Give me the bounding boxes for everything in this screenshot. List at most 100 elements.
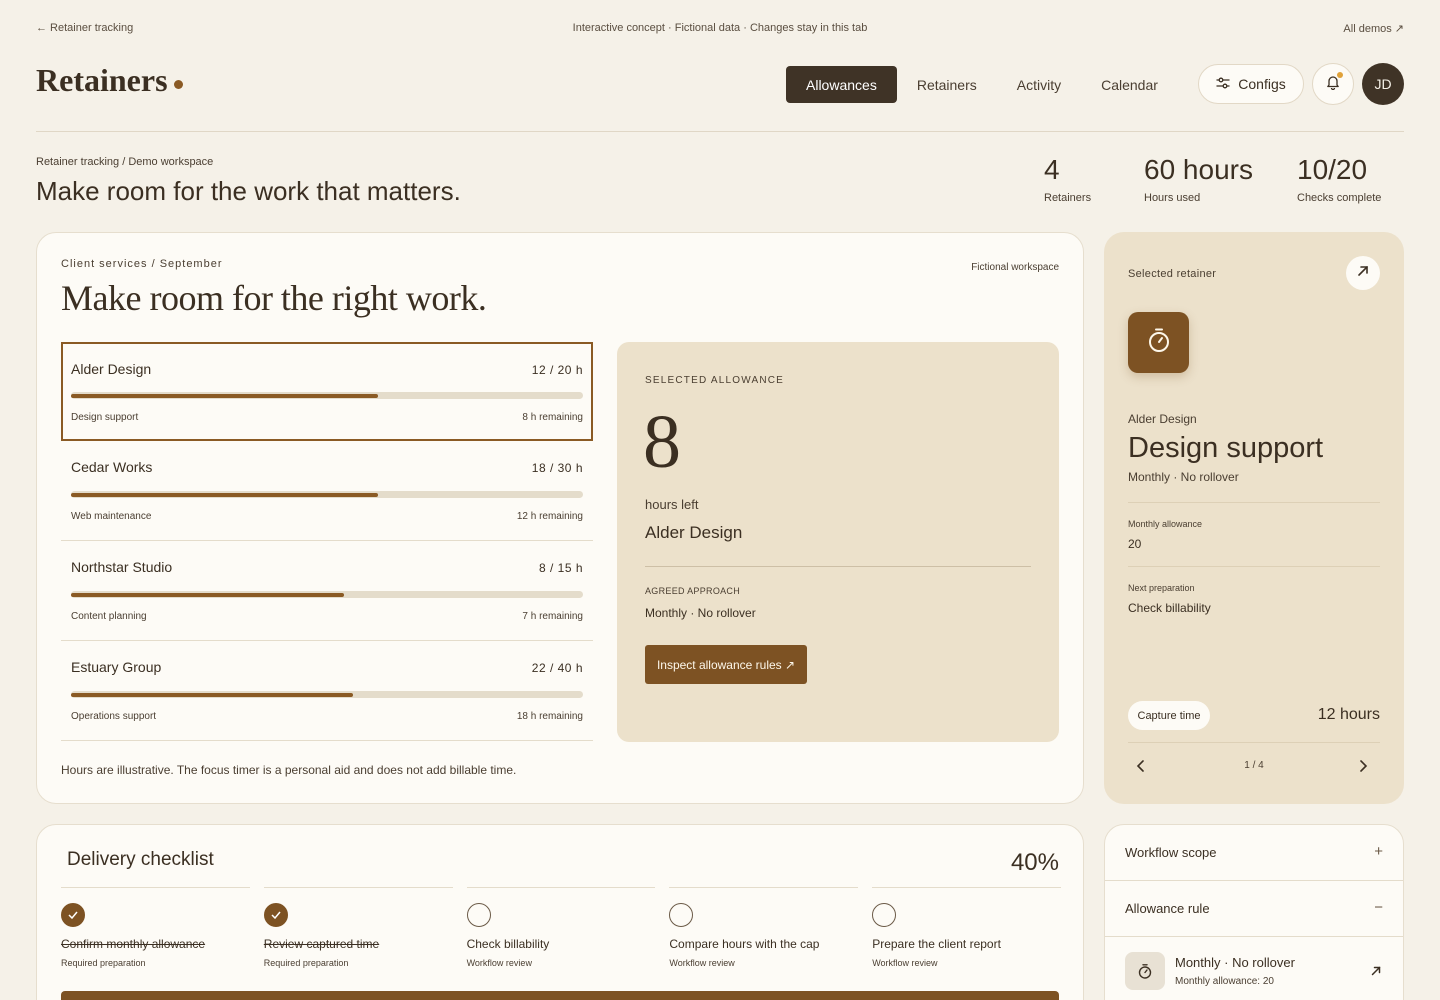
top-strip: ← Retainer tracking Interactive concept … (36, 20, 1404, 36)
retainer-remaining: 12 h remaining (516, 511, 583, 522)
checklist-item-sub: Required preparation (61, 958, 146, 968)
sliders-icon (1216, 76, 1230, 93)
retainer-item-cedar-works[interactable]: Cedar Works 18 / 30 h Web maintenance 12… (61, 441, 593, 541)
stopwatch-icon (1146, 327, 1172, 358)
retainer-kind: Design support (71, 412, 139, 423)
tab-calendar[interactable]: Calendar (1081, 66, 1178, 103)
retainer-remaining: 18 h remaining (516, 711, 583, 722)
checklist-item[interactable]: Confirm monthly allowance Required prepa… (61, 887, 250, 977)
checkbox-unchecked[interactable] (466, 903, 491, 927)
retainer-item-alder-design[interactable]: Alder Design 12 / 20 h Design support 8 … (61, 342, 593, 441)
checkbox-checked[interactable] (263, 903, 288, 927)
retainer-name: Northstar Studio (71, 559, 173, 575)
stat-checks-complete: 10/20 Checks complete (1297, 154, 1381, 204)
checklist-item[interactable]: Compare hours with the cap Workflow revi… (669, 887, 859, 977)
retainer-pager: 1 / 4 (1128, 742, 1380, 788)
card-eyebrow: Client services / September (61, 258, 223, 270)
checklist-item-label: Compare hours with the cap (669, 937, 820, 951)
checkbox-unchecked[interactable] (872, 903, 897, 927)
side-eyebrow: Selected retainer (1128, 268, 1217, 280)
allowances-card: Client services / September Fictional wo… (36, 232, 1084, 804)
retainer-hours: 12 / 20 h (531, 363, 583, 377)
user-avatar[interactable]: JD (1362, 63, 1404, 105)
stat-label: Checks complete (1297, 192, 1382, 204)
retainer-kind: Content planning (71, 611, 147, 622)
checklist-action-bar[interactable] (61, 991, 1059, 1000)
fictional-badge: Fictional workspace (971, 262, 1059, 273)
accordion-workflow-scope[interactable]: Workflow scope + (1105, 825, 1403, 881)
side-divider (1128, 502, 1380, 503)
panel-divider (645, 566, 1031, 567)
retainer-name: Estuary Group (71, 659, 162, 675)
retainer-hours: 8 / 15 h (538, 561, 583, 575)
pager-count: 1 / 4 (1244, 760, 1264, 771)
tab-retainers[interactable]: Retainers (897, 66, 997, 103)
checklist-percent: 40% (1010, 849, 1059, 876)
checkbox-unchecked[interactable] (669, 903, 694, 927)
main-nav: Allowances Retainers Activity Calendar (786, 66, 1178, 103)
demo-notice: Interactive concept · Fictional data · C… (572, 22, 868, 34)
hours-left-value: 8 (643, 400, 681, 484)
checklist-item-label: Confirm monthly allowance (61, 937, 206, 951)
retainer-name: Cedar Works (71, 459, 153, 475)
rule-title: Monthly · No rollover (1175, 955, 1295, 970)
checklist-item[interactable]: Check billability Workflow review (466, 887, 656, 977)
checklist-items: Confirm monthly allowance Required prepa… (61, 887, 1061, 977)
stopwatch-tile (1128, 312, 1189, 373)
tab-activity[interactable]: Activity (997, 66, 1081, 103)
stat-label: Retainers (1044, 192, 1092, 204)
delivery-checklist-card: Delivery checklist 40% Confirm monthly a… (36, 824, 1084, 1000)
stat-hours-used: 60 hours Hours used (1144, 154, 1253, 204)
header-divider (36, 131, 1404, 132)
chevron-right-icon[interactable] (1358, 759, 1368, 777)
selected-client-name: Alder Design (645, 523, 743, 542)
monthly-allowance-value: 20 (1128, 537, 1142, 551)
panel-eyebrow: SELECTED ALLOWANCE (645, 375, 785, 386)
checklist-title: Delivery checklist (67, 849, 214, 870)
progress-track (71, 691, 583, 698)
configs-label: Configs (1238, 76, 1286, 92)
next-preparation-label: Next preparation (1128, 583, 1195, 593)
capture-time-button[interactable]: Capture time (1128, 701, 1210, 730)
side-subtitle: Monthly · No rollover (1128, 470, 1239, 484)
open-retainer-button[interactable] (1346, 256, 1380, 290)
approach-label: AGREED APPROACH (645, 586, 741, 596)
accordion-label: Workflow scope (1125, 845, 1217, 860)
checklist-item-sub: Workflow review (466, 958, 532, 968)
progress-fill (71, 394, 379, 398)
retainer-remaining: 7 h remaining (522, 611, 583, 622)
checklist-item-label: Prepare the client report (872, 937, 1001, 951)
checklist-item-label: Check billability (466, 937, 550, 951)
checklist-item-sub: Workflow review (872, 958, 938, 968)
retainer-item-estuary-group[interactable]: Estuary Group 22 / 40 h Operations suppo… (61, 641, 593, 741)
check-icon (68, 911, 78, 919)
checkbox-checked[interactable] (61, 903, 85, 927)
plus-icon: + (1374, 843, 1383, 860)
checklist-item[interactable]: Prepare the client report Workflow revie… (872, 887, 1061, 977)
stopwatch-icon (1125, 952, 1165, 990)
progress-fill (71, 693, 353, 697)
inspect-allowance-rules-button[interactable]: Inspect allowance rules ↗ (645, 645, 807, 684)
rule-subtitle: Monthly allowance: 20 (1175, 976, 1274, 987)
tab-allowances[interactable]: Allowances (786, 66, 897, 103)
allowance-rule-detail: Monthly · No rollover Monthly allowance:… (1105, 937, 1403, 1000)
checklist-item[interactable]: Review captured time Required preparatio… (263, 887, 453, 977)
configs-button[interactable]: Configs (1198, 64, 1304, 104)
hours-left-label: hours left (645, 497, 699, 512)
brand-dot (174, 80, 183, 89)
all-demos-link[interactable]: All demos ↗ (1343, 22, 1404, 35)
retainer-list: Alder Design 12 / 20 h Design support 8 … (61, 342, 593, 741)
accordion-allowance-rule[interactable]: Allowance rule − (1105, 881, 1403, 937)
arrow-up-right-icon[interactable] (1371, 963, 1381, 981)
retainer-hours: 18 / 30 h (531, 461, 583, 475)
notifications-button[interactable] (1312, 63, 1354, 105)
retainer-kind: Web maintenance (71, 511, 152, 522)
brand-title: Retainers (36, 62, 168, 98)
stat-value: 4 (1044, 154, 1060, 185)
stat-retainers: 4 Retainers (1044, 154, 1091, 204)
retainer-item-northstar-studio[interactable]: Northstar Studio 8 / 15 h Content planni… (61, 541, 593, 641)
monthly-allowance-label: Monthly allowance (1128, 519, 1203, 529)
captured-hours: 12 hours (1317, 706, 1380, 723)
selected-allowance-panel: SELECTED ALLOWANCE 8 hours left Alder De… (617, 342, 1059, 742)
side-client: Alder Design (1128, 412, 1197, 426)
